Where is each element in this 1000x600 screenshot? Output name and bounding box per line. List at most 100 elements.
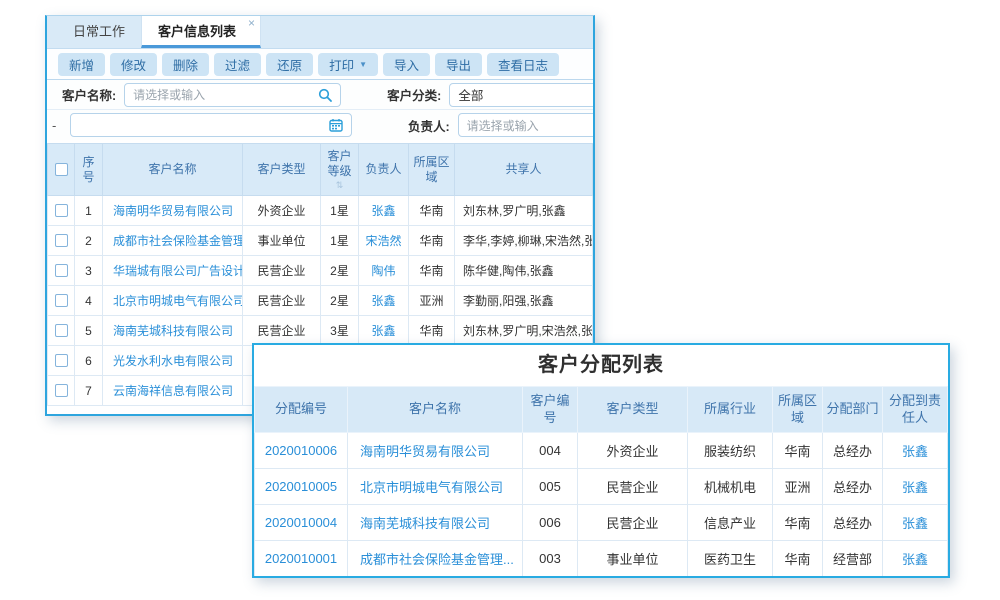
industry: 信息产业 — [688, 505, 773, 541]
search-icon[interactable] — [318, 88, 332, 102]
table-row[interactable]: 2020010001 成都市社会保险基金管理... 003 事业单位 医药卫生 … — [255, 541, 948, 577]
customer-level: 2星 — [321, 256, 359, 286]
department: 总经办 — [823, 433, 883, 469]
view-log-button[interactable]: 查看日志 — [487, 53, 559, 76]
alloc-number-link[interactable]: 2020010004 — [255, 505, 348, 541]
table-row[interactable]: 3 华瑞城有限公司广告设计部 民营企业 2星 陶伟 华南 陈华健,陶伟,张鑫 — [48, 256, 593, 286]
customer-category-select[interactable]: 全部 — [449, 83, 595, 107]
select-all-checkbox[interactable] — [55, 163, 68, 176]
table-row[interactable]: 2020010005 北京市明城电气有限公司 005 民营企业 机械机电 亚洲 … — [255, 469, 948, 505]
region: 亚洲 — [773, 469, 823, 505]
restore-button[interactable]: 还原 — [266, 53, 313, 76]
col-customer-type: 客户类型 — [243, 144, 321, 196]
shared-people: 李华,李婷,柳琳,宋浩然,张鑫 — [455, 226, 593, 256]
assignee-link[interactable]: 张鑫 — [883, 433, 948, 469]
customer-table-header-row: 序号 客户名称 客户类型 客户等级 ⇅ 负责人 所属区域 共享人 — [48, 144, 593, 196]
customer-name-input[interactable]: 请选择或输入 — [124, 83, 341, 107]
row-checkbox[interactable] — [55, 324, 68, 337]
customer-name-link[interactable]: 北京市明城电气有限公司 — [103, 286, 243, 316]
desktop: 日常工作 客户信息列表 × 新增 修改 删除 过滤 还原 打印 ▼ 导入 导出 … — [0, 0, 1000, 600]
col-shared: 共享人 — [455, 144, 593, 196]
col-department: 分配部门 — [823, 387, 883, 433]
customer-name-link[interactable]: 北京市明城电气有限公司 — [348, 469, 523, 505]
assignee-link[interactable]: 张鑫 — [883, 469, 948, 505]
add-button[interactable]: 新增 — [58, 53, 105, 76]
import-button[interactable]: 导入 — [383, 53, 430, 76]
col-alloc-number: 分配编号 — [255, 387, 348, 433]
customer-type: 事业单位 — [578, 541, 688, 577]
customer-name-link[interactable]: 海南明华贸易有限公司 — [348, 433, 523, 469]
table-row[interactable]: 2020010006 海南明华贸易有限公司 004 外资企业 服装纺织 华南 总… — [255, 433, 948, 469]
customer-type: 民营企业 — [578, 505, 688, 541]
row-no: 4 — [75, 286, 103, 316]
tab-bar: 日常工作 客户信息列表 × — [47, 16, 593, 49]
department: 总经办 — [823, 505, 883, 541]
table-row[interactable]: 2020010004 海南芜城科技有限公司 006 民营企业 信息产业 华南 总… — [255, 505, 948, 541]
row-checkbox[interactable] — [55, 294, 68, 307]
customer-type: 事业单位 — [243, 226, 321, 256]
print-button[interactable]: 打印 ▼ — [318, 53, 378, 76]
tab-customer-info-list[interactable]: 客户信息列表 × — [141, 16, 261, 48]
allocation-header-row: 分配编号 客户名称 客户编号 客户类型 所属行业 所属区域 分配部门 分配到责任… — [255, 387, 948, 433]
row-no: 3 — [75, 256, 103, 286]
customer-name-link[interactable]: 海南明华贸易有限公司 — [103, 196, 243, 226]
col-industry: 所属行业 — [688, 387, 773, 433]
calendar-icon[interactable] — [329, 118, 343, 132]
assignee-link[interactable]: 张鑫 — [883, 541, 948, 577]
owner-link[interactable]: 张鑫 — [359, 196, 409, 226]
customer-name-link[interactable]: 海南芜城科技有限公司 — [348, 505, 523, 541]
table-row[interactable]: 1 海南明华贸易有限公司 外资企业 1星 张鑫 华南 刘东林,罗广明,张鑫 — [48, 196, 593, 226]
customer-name-link[interactable]: 成都市社会保险基金管理... — [103, 226, 243, 256]
owner-link[interactable]: 张鑫 — [359, 286, 409, 316]
tab-daily-work[interactable]: 日常工作 — [57, 16, 141, 48]
col-customer-level: 客户等级 ⇅ — [321, 144, 359, 196]
col-customer-level-label: 客户等级 — [323, 149, 356, 179]
alloc-number-link[interactable]: 2020010005 — [255, 469, 348, 505]
owner-input[interactable]: 请选择或输入 — [458, 113, 595, 137]
customer-name-link[interactable]: 光发水利水电有限公司 — [103, 346, 243, 376]
table-row[interactable]: 2 成都市社会保险基金管理... 事业单位 1星 宋浩然 华南 李华,李婷,柳琳… — [48, 226, 593, 256]
row-checkbox[interactable] — [55, 384, 68, 397]
owner-link[interactable]: 张鑫 — [359, 316, 409, 346]
row-no: 7 — [75, 376, 103, 406]
customer-type: 民营企业 — [243, 286, 321, 316]
shared-people: 李勤丽,阳强,张鑫 — [455, 286, 593, 316]
date-input[interactable] — [70, 113, 352, 137]
table-row[interactable]: 5 海南芜城科技有限公司 民营企业 3星 张鑫 华南 刘东林,罗广明,宋浩然,张… — [48, 316, 593, 346]
assignee-link[interactable]: 张鑫 — [883, 505, 948, 541]
date-range-separator: - — [52, 118, 64, 133]
table-row[interactable]: 4 北京市明城电气有限公司 民营企业 2星 张鑫 亚洲 李勤丽,阳强,张鑫 — [48, 286, 593, 316]
col-region: 所属区域 — [773, 387, 823, 433]
customer-name-link[interactable]: 海南芜城科技有限公司 — [103, 316, 243, 346]
row-checkbox[interactable] — [55, 264, 68, 277]
customer-name-link[interactable]: 云南海祥信息有限公司 — [103, 376, 243, 406]
delete-button[interactable]: 删除 — [162, 53, 209, 76]
customer-level: 3星 — [321, 316, 359, 346]
alloc-number-link[interactable]: 2020010001 — [255, 541, 348, 577]
close-icon[interactable]: × — [248, 17, 255, 29]
sort-icon[interactable]: ⇅ — [323, 181, 356, 190]
row-no: 6 — [75, 346, 103, 376]
col-owner: 负责人 — [359, 144, 409, 196]
alloc-number-link[interactable]: 2020010006 — [255, 433, 348, 469]
col-region: 所属区域 — [409, 144, 455, 196]
row-checkbox[interactable] — [55, 354, 68, 367]
allocation-table: 分配编号 客户名称 客户编号 客户类型 所属行业 所属区域 分配部门 分配到责任… — [254, 386, 948, 577]
owner-link[interactable]: 宋浩然 — [359, 226, 409, 256]
col-customer-type: 客户类型 — [578, 387, 688, 433]
row-checkbox[interactable] — [55, 234, 68, 247]
owner-link[interactable]: 陶伟 — [359, 256, 409, 286]
allocation-panel: 客户分配列表 分配编号 客户名称 客户编号 客户类型 所属行业 所属区域 分配部… — [252, 343, 950, 578]
edit-button[interactable]: 修改 — [110, 53, 157, 76]
allocation-title: 客户分配列表 — [254, 345, 948, 386]
customer-name-link[interactable]: 华瑞城有限公司广告设计部 — [103, 256, 243, 286]
customer-name-link[interactable]: 成都市社会保险基金管理... — [348, 541, 523, 577]
region: 华南 — [409, 196, 455, 226]
filter-button[interactable]: 过滤 — [214, 53, 261, 76]
customer-number: 005 — [523, 469, 578, 505]
customer-type: 民营企业 — [578, 469, 688, 505]
export-button[interactable]: 导出 — [435, 53, 482, 76]
row-checkbox[interactable] — [55, 204, 68, 217]
customer-type: 民营企业 — [243, 316, 321, 346]
customer-level: 1星 — [321, 196, 359, 226]
